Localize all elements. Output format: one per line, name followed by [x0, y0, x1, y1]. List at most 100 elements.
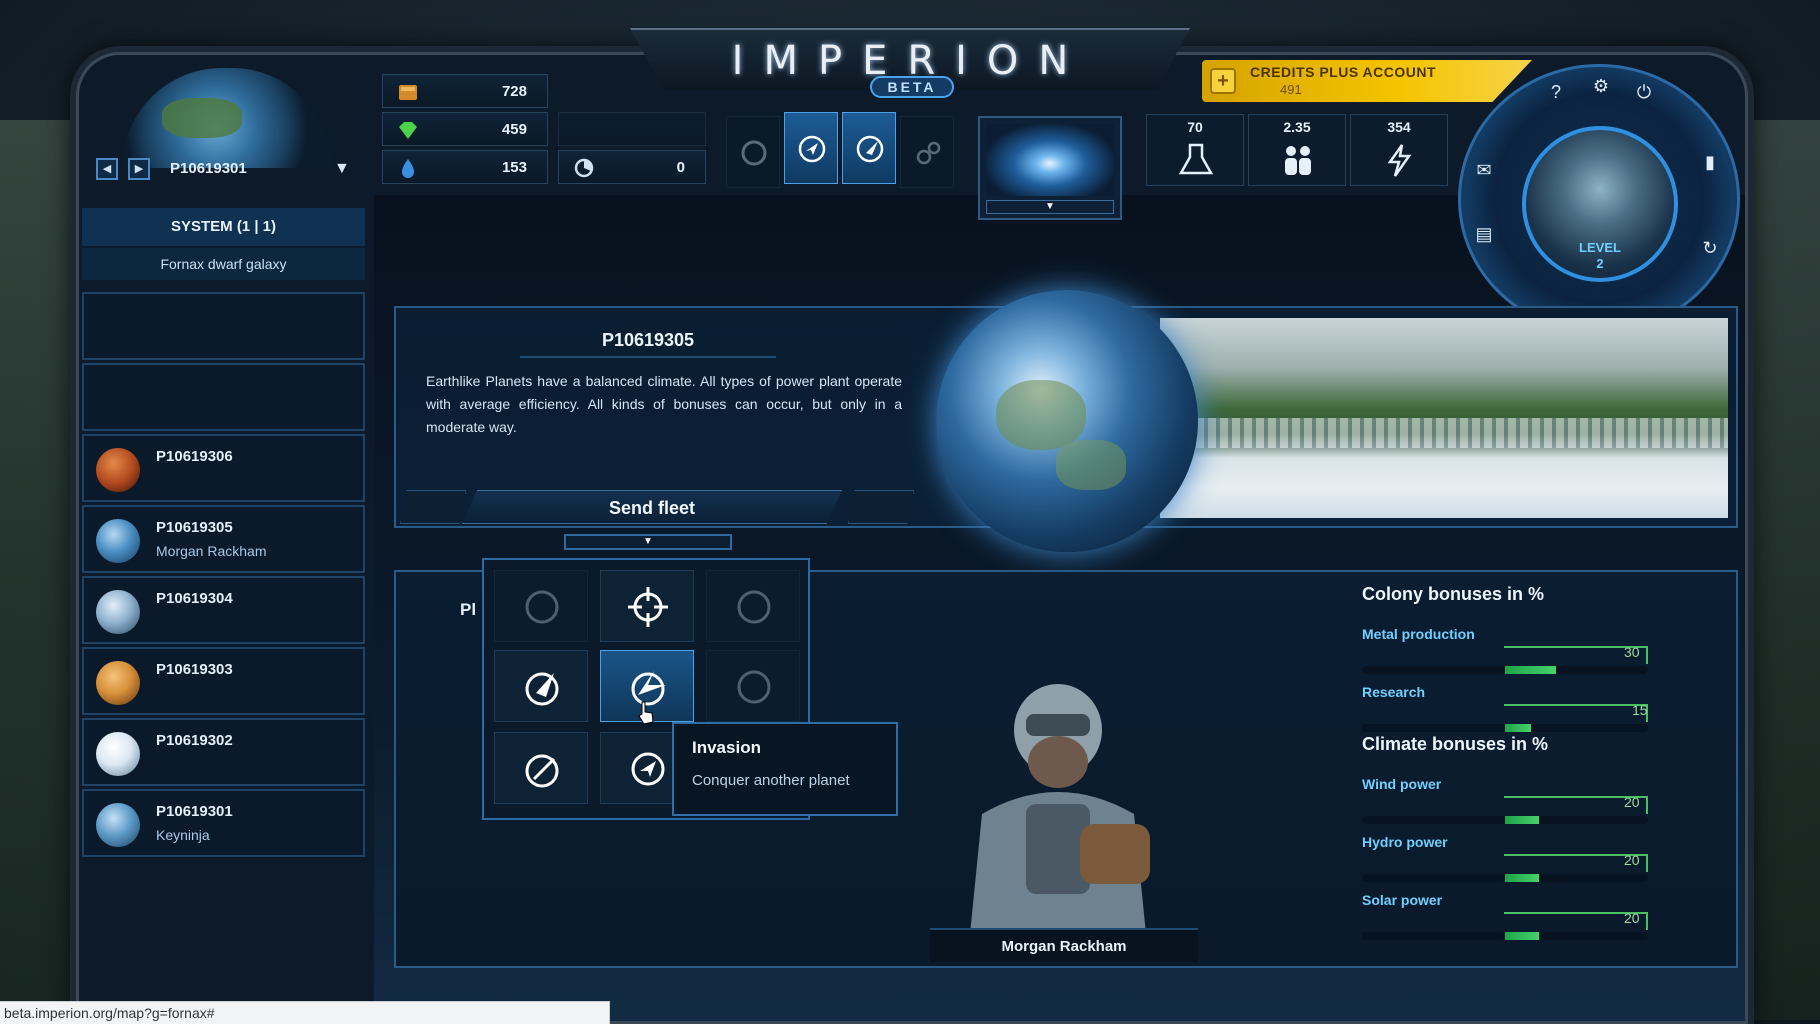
planet-slot-p10619302[interactable]: P10619302	[82, 718, 365, 786]
resource-timer[interactable]: 0	[558, 150, 706, 184]
fleet-attack-button[interactable]	[842, 112, 896, 184]
planet-slot-empty[interactable]	[82, 292, 365, 360]
chevron-down-icon[interactable]: ▼	[334, 160, 350, 178]
previous-planet-button[interactable]: ◀	[96, 158, 118, 180]
credits-title: CREDITS PLUS ACCOUNT	[1250, 64, 1437, 80]
level-value: 2	[1596, 256, 1604, 271]
bonus-metal-production-value: 30	[1624, 644, 1640, 660]
selected-planet-name: P10619301	[170, 160, 247, 177]
planet-slot-p10619303[interactable]: P10619303	[82, 647, 365, 715]
harvest-icon	[737, 590, 771, 624]
population-icon	[1285, 146, 1311, 175]
planet-slot-p10619306[interactable]: P10619306	[82, 434, 365, 502]
resource-deuterium-value: 153	[501, 159, 527, 176]
mission-disabled-button	[706, 570, 800, 642]
resource-metal[interactable]: 728	[382, 74, 548, 108]
stat-research[interactable]: 70	[1146, 114, 1244, 186]
deploy-icon	[525, 754, 559, 788]
planet-slot-p10619305[interactable]: P10619305 Morgan Rackham	[82, 505, 365, 573]
bonus-solar-power-label: Solar power	[1362, 892, 1443, 908]
chevron-down-icon[interactable]: ▼	[986, 200, 1114, 214]
stats-chart-icon[interactable]: ▮	[1698, 150, 1722, 174]
planet-thumbnail	[96, 661, 140, 705]
send-fleet-right-ornament	[848, 490, 914, 524]
credits-plus-account[interactable]: + CREDITS PLUS ACCOUNT 491	[1202, 60, 1532, 102]
planet-slot-empty[interactable]	[82, 363, 365, 431]
planet-landscape-image	[1160, 318, 1728, 518]
bonus-fill	[1505, 932, 1540, 940]
mission-disabled-button-2	[706, 650, 800, 722]
mission-attack-button[interactable]	[494, 650, 588, 722]
planet-slot-name: P10619305	[156, 519, 233, 536]
level-label: LEVEL	[1579, 240, 1621, 255]
bonus-fill	[1505, 816, 1540, 824]
resource-deuterium[interactable]: 153	[382, 150, 548, 184]
water-drop-icon	[402, 159, 414, 178]
browser-status-url: beta.imperion.org/map?g=fornax#	[0, 1001, 610, 1024]
planet-slot-name: P10619306	[156, 448, 233, 465]
hand-cursor-icon	[638, 701, 654, 725]
planet-slot-owner[interactable]: Morgan Rackham	[156, 543, 267, 559]
gear-icon[interactable]: ⚙	[1589, 74, 1613, 98]
bonus-wind-power-value: 20	[1624, 794, 1640, 810]
bonus-hydro-power-bar	[1362, 874, 1648, 882]
fist-icon	[737, 670, 771, 704]
stat-population-value: 2.35	[1283, 119, 1311, 135]
chevron-down-icon[interactable]: ▼	[564, 534, 732, 550]
lightning-energy-icon	[1387, 144, 1412, 177]
bonus-hydro-power-label: Hydro power	[1362, 834, 1448, 850]
mission-action-disabled-2	[900, 116, 954, 188]
beta-badge: BETA	[870, 76, 954, 98]
stat-research-value: 70	[1187, 119, 1203, 135]
help-icon[interactable]: ?	[1544, 80, 1568, 104]
bonus-fill	[1505, 874, 1540, 882]
resource-metal-value: 728	[501, 83, 527, 100]
system-header[interactable]: SYSTEM (1 | 1)	[82, 208, 365, 246]
send-fleet-button[interactable]: Send fleet	[462, 490, 842, 524]
bonus-wind-power-bar	[1362, 816, 1648, 824]
planet-thumbnail	[96, 519, 140, 563]
stat-population[interactable]: 2.35	[1248, 114, 1346, 186]
invasion-tooltip: Invasion Conquer another planet	[672, 722, 898, 816]
mission-deploy-button[interactable]	[494, 732, 588, 804]
planet-slot-owner[interactable]: Keyninja	[156, 827, 210, 843]
background-forest-right	[1740, 120, 1820, 1020]
mission-spy-button[interactable]	[600, 570, 694, 642]
credits-value: 491	[1280, 82, 1302, 97]
power-icon[interactable]: ⏻	[1632, 80, 1656, 104]
commander-portrait	[970, 684, 1150, 934]
attack-arrow-icon	[525, 672, 559, 706]
flask-research-icon	[1178, 143, 1214, 175]
notes-icon[interactable]: ▤	[1472, 222, 1496, 246]
bonus-research-value: 15	[1632, 702, 1648, 718]
planet-slot-p10619304[interactable]: P10619304	[82, 576, 365, 644]
bonus-metal-production-bar	[1362, 666, 1648, 674]
planet-slot-name: P10619304	[156, 590, 233, 607]
bonus-solar-power-bar	[1362, 932, 1648, 940]
plus-icon[interactable]: +	[1210, 68, 1236, 94]
resource-timer-value: 0	[676, 159, 685, 176]
mail-icon[interactable]: ✉	[1472, 158, 1496, 182]
gears-icon	[916, 141, 941, 165]
galaxy-name: Fornax dwarf galaxy	[82, 248, 365, 280]
mission-colonize-button	[494, 570, 588, 642]
next-planet-button[interactable]: ▶	[128, 158, 150, 180]
galaxy-map-thumbnail[interactable]: ▼	[978, 116, 1122, 220]
refresh-icon[interactable]: ↻	[1698, 236, 1722, 260]
planet-slot-name: P10619301	[156, 803, 233, 820]
resource-crystal-value: 459	[501, 121, 527, 138]
planet-info-title: P10619305	[520, 322, 776, 358]
planet-slot-p10619301[interactable]: P10619301 Keyninja	[82, 789, 365, 857]
planet-selector[interactable]: ◀ ▶ P10619301 ▼	[96, 156, 361, 184]
fleet-move-button[interactable]	[784, 112, 838, 184]
bonus-fill	[1505, 724, 1531, 732]
stat-energy[interactable]: 354	[1350, 114, 1448, 186]
bonus-research-bar	[1362, 724, 1648, 732]
send-fleet-left-ornament	[400, 490, 466, 524]
mission-action-disabled	[726, 116, 780, 188]
tooltip-subtitle: Conquer another planet	[692, 772, 850, 789]
resource-crystal[interactable]: 459	[382, 112, 548, 146]
tooltip-title: Invasion	[692, 738, 761, 757]
bonus-wind-power-label: Wind power	[1362, 776, 1442, 792]
recycle-icon	[741, 140, 767, 166]
